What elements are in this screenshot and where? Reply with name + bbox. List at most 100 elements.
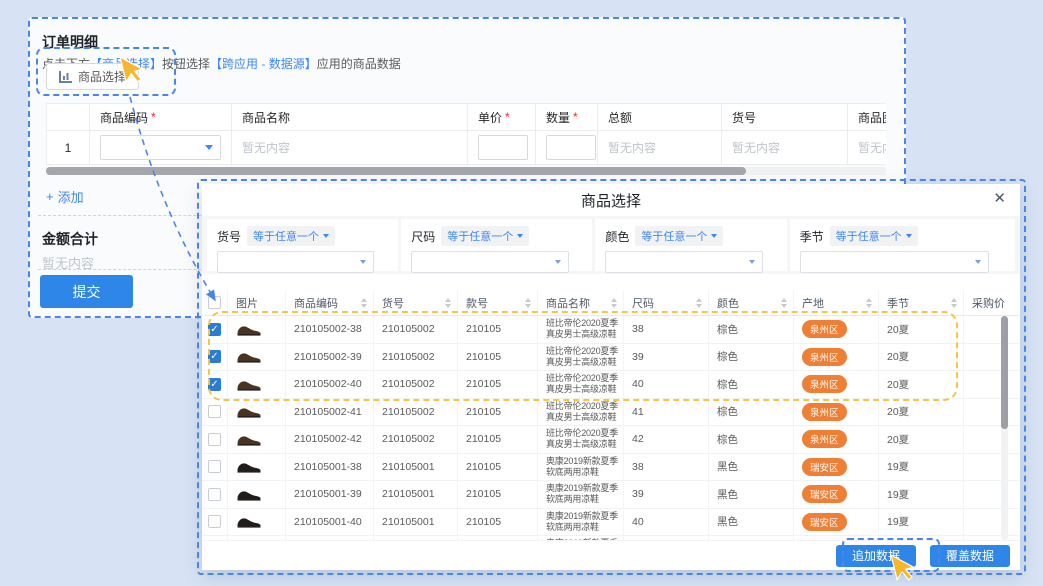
filter-field-label: 颜色 [605, 228, 629, 245]
purchase-price [964, 509, 1020, 536]
sort-icon[interactable] [951, 298, 957, 308]
horizontal-scrollbar[interactable] [46, 167, 886, 175]
filter-group: 季节 等于任意一个 [790, 219, 1015, 271]
product-code: 210105002-42 [286, 426, 374, 453]
item-no: 210105002 [374, 316, 458, 343]
sort-icon[interactable] [445, 298, 451, 308]
select-all-checkbox[interactable] [208, 296, 221, 309]
close-icon[interactable]: ✕ [993, 191, 1006, 206]
filter-operator-chip[interactable]: 等于任意一个 [441, 226, 529, 246]
vertical-scrollbar-thumb[interactable] [1001, 316, 1008, 429]
sort-icon[interactable] [696, 298, 702, 308]
sort-icon[interactable] [611, 298, 617, 308]
overwrite-data-button[interactable]: 覆盖数据 [930, 545, 1010, 567]
row-checkbox[interactable]: ✓ [208, 378, 221, 391]
filter-operator-label: 等于任意一个 [253, 228, 319, 244]
product-image [236, 350, 262, 363]
modal-column-header-6[interactable]: 尺码 [624, 290, 709, 315]
quantity-input[interactable] [546, 135, 596, 160]
season: 19夏 [879, 509, 964, 536]
filter-value-select[interactable] [217, 251, 374, 273]
item-no: 210105001 [374, 509, 458, 536]
required-marker: * [505, 110, 510, 124]
product-select-button[interactable]: 商品选择 [46, 63, 139, 90]
product-name: 奥康2019新款夏季软底两用凉鞋 [546, 511, 623, 533]
row-checkbox[interactable] [208, 433, 221, 446]
size: 42 [624, 426, 709, 453]
style-no: 210105 [458, 454, 538, 481]
filter-value-select[interactable] [800, 251, 989, 273]
product-row[interactable]: 210105002-42 210105002 210105 班比帝伦2020夏季… [202, 426, 1020, 454]
row-checkbox[interactable]: ✓ [208, 323, 221, 336]
product-name-empty: 暂无内容 [242, 139, 290, 156]
product-name: 班比帝伦2020夏季真皮男士高级凉鞋 [546, 373, 623, 395]
filter-operator-label: 等于任意一个 [641, 228, 707, 244]
hint-middle: 按钮选择 [162, 57, 210, 71]
product-name: 奥康2019新款夏季软底两用凉鞋 [546, 483, 623, 505]
filter-group: 尺码 等于任意一个 [401, 219, 592, 271]
filter-operator-chip[interactable]: 等于任意一个 [830, 226, 918, 246]
append-data-button[interactable]: 追加数据 [836, 545, 916, 567]
row-checkbox[interactable] [208, 460, 221, 473]
column-header-quantity: 数量* [536, 103, 598, 130]
purchase-price [964, 399, 1020, 426]
product-row[interactable]: 210105002-41 210105002 210105 班比帝伦2020夏季… [202, 399, 1020, 427]
product-code: 210105002-39 [286, 344, 374, 371]
sort-icon[interactable] [361, 298, 367, 308]
product-row[interactable]: 210105001-39 210105001 210105 奥康2019新款夏季… [202, 481, 1020, 509]
product-row[interactable]: ✓ 210105002-39 210105002 210105 班比帝伦2020… [202, 344, 1020, 372]
color: 黑色 [709, 481, 794, 508]
item-no: 210105001 [374, 454, 458, 481]
chevron-down-icon [323, 234, 329, 238]
color: 棕色 [709, 371, 794, 398]
unit-price-input[interactable] [478, 135, 528, 160]
sort-icon[interactable] [781, 298, 787, 308]
product-row[interactable]: ✓ 210105002-40 210105002 210105 班比帝伦2020… [202, 371, 1020, 399]
row-checkbox[interactable] [208, 405, 221, 418]
filter-value-select[interactable] [605, 251, 762, 273]
horizontal-scrollbar-thumb[interactable] [46, 167, 746, 175]
product-row[interactable]: 210105001-38 210105001 210105 奥康2019新款夏季… [202, 454, 1020, 482]
product-code-dropdown[interactable] [100, 135, 221, 160]
sort-icon[interactable] [525, 298, 531, 308]
product-row[interactable]: 210105001-40 210105001 210105 奥康2019新款夏季… [202, 509, 1020, 537]
column-header-index [46, 103, 90, 130]
modal-column-header-9[interactable]: 季节 [879, 290, 964, 315]
filter-operator-chip[interactable]: 等于任意一个 [635, 226, 723, 246]
vertical-scrollbar[interactable] [1001, 316, 1008, 540]
row-checkbox[interactable]: ✓ [208, 350, 221, 363]
modal-column-header-3[interactable]: 货号 [374, 290, 458, 315]
modal-column-header-8[interactable]: 产地 [794, 290, 879, 315]
filter-value-select[interactable] [411, 251, 568, 273]
modal-column-header-2[interactable]: 商品编码 [286, 290, 374, 315]
color: 棕色 [709, 399, 794, 426]
product-code: 210105001-40 [286, 509, 374, 536]
filter-operator-chip[interactable]: 等于任意一个 [247, 226, 335, 246]
product-row[interactable]: ✓ 210105002-38 210105002 210105 班比帝伦2020… [202, 316, 1020, 344]
product-name: 奥康2019新款夏季软底两用凉鞋 [546, 456, 623, 478]
plus-icon: + [46, 189, 54, 204]
modal-column-header-4[interactable]: 款号 [458, 290, 538, 315]
origin-badge: 瑞安区 [802, 485, 847, 503]
product-code: 210105002-40 [286, 371, 374, 398]
product-select-modal: 商品选择 ✕ 货号 等于任意一个 尺码 等于任意一个 颜色 [202, 184, 1020, 570]
product-image [236, 488, 262, 501]
modal-column-header-7[interactable]: 颜色 [709, 290, 794, 315]
order-table-header: 商品编码* 商品名称 单价* 数量* 总额 货号 商品图片 [46, 103, 886, 130]
modal-table-body: ✓ 210105002-38 210105002 210105 班比帝伦2020… [202, 316, 1020, 540]
add-row-link[interactable]: +添加 [46, 187, 84, 206]
style-no: 210105 [458, 509, 538, 536]
purchase-price [964, 454, 1020, 481]
submit-button[interactable]: 提交 [40, 275, 133, 308]
origin-badge: 瑞安区 [802, 513, 847, 531]
chevron-down-icon [360, 260, 366, 264]
modal-column-header-5[interactable]: 商品名称 [538, 290, 624, 315]
origin-badge: 泉州区 [802, 320, 847, 338]
size: 41 [624, 399, 709, 426]
sort-icon[interactable] [866, 298, 872, 308]
form-title: 订单明细 [42, 32, 98, 52]
row-checkbox[interactable] [208, 488, 221, 501]
row-checkbox[interactable] [208, 515, 221, 528]
item-no: 210105002 [374, 371, 458, 398]
size: 40 [624, 371, 709, 398]
